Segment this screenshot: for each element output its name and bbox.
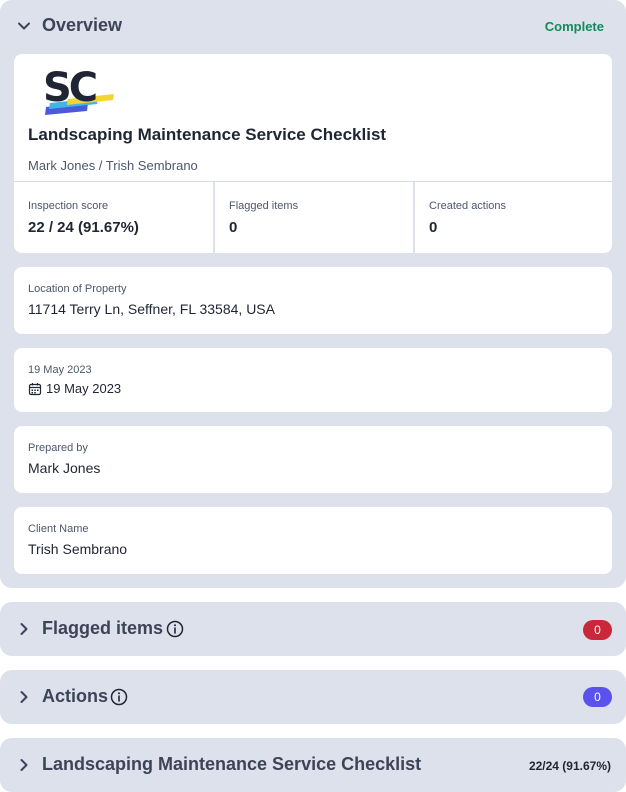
overview-title: Overview xyxy=(42,15,123,35)
calendar-icon xyxy=(28,383,42,396)
checklist-section[interactable]: Landscaping Maintenance Service Checklis… xyxy=(0,738,626,792)
flagged-items-title: Flagged items xyxy=(42,618,164,638)
field-label: Location of Property xyxy=(28,283,127,295)
field-label: Prepared by xyxy=(28,442,88,454)
overview-section: Overview Complete SC Landscaping Mainten… xyxy=(0,0,626,588)
stat-label: Inspection score xyxy=(28,200,109,212)
location-field: Location of Property 11714 Terry Ln, Sef… xyxy=(14,267,612,334)
document-subtitle: Mark Jones / Trish Sembrano xyxy=(28,158,198,173)
actions-count-badge: 0 xyxy=(583,687,612,707)
stat-flagged-items[interactable]: Flagged items 0 xyxy=(213,182,413,253)
location-value: 11714 Terry Ln, Seffner, FL 33584, USA xyxy=(28,301,275,317)
stat-value: 0 xyxy=(429,219,438,236)
stat-value: 22 / 24 (91.67%) xyxy=(28,219,139,236)
actions-section[interactable]: Actions 0 xyxy=(0,670,626,724)
field-label: Client Name xyxy=(28,523,89,535)
date-field: 19 May 2023 19 May 2023 xyxy=(14,348,612,412)
chevron-right-icon xyxy=(20,623,28,635)
status-badge: Complete xyxy=(544,19,604,34)
flagged-count-badge: 0 xyxy=(583,620,612,640)
stat-created-actions[interactable]: Created actions 0 xyxy=(413,182,612,253)
logo-text: SC xyxy=(43,67,96,111)
field-label: 19 May 2023 xyxy=(28,364,92,376)
stat-value: 0 xyxy=(229,219,238,236)
report-header-card: SC Landscaping Maintenance Service Check… xyxy=(14,54,612,253)
info-icon[interactable] xyxy=(110,688,128,706)
date-value: 19 May 2023 xyxy=(46,381,122,396)
checklist-score: 22/24 (91.67%) xyxy=(528,759,611,773)
chevron-right-icon xyxy=(20,691,28,703)
overview-header[interactable]: Overview xyxy=(0,0,626,52)
stat-label: Created actions xyxy=(429,200,507,212)
chevron-down-icon xyxy=(18,22,30,30)
client-name-value: Trish Sembrano xyxy=(28,541,128,557)
prepared-by-field: Prepared by Mark Jones xyxy=(14,426,612,493)
chevron-right-icon xyxy=(20,759,28,771)
stat-inspection-score: Inspection score 22 / 24 (91.67%) xyxy=(14,182,213,253)
flagged-items-section[interactable]: Flagged items 0 xyxy=(0,602,626,656)
checklist-title: Landscaping Maintenance Service Checklis… xyxy=(42,754,422,774)
prepared-by-value: Mark Jones xyxy=(28,460,101,476)
client-name-field: Client Name Trish Sembrano xyxy=(14,507,612,574)
stat-label: Flagged items xyxy=(229,200,299,212)
info-icon[interactable] xyxy=(166,620,184,638)
document-title: Landscaping Maintenance Service Checklis… xyxy=(28,125,387,144)
actions-title: Actions xyxy=(42,686,109,706)
company-logo: SC xyxy=(43,67,114,115)
stats-row: Inspection score 22 / 24 (91.67%) Flagge… xyxy=(14,181,612,253)
